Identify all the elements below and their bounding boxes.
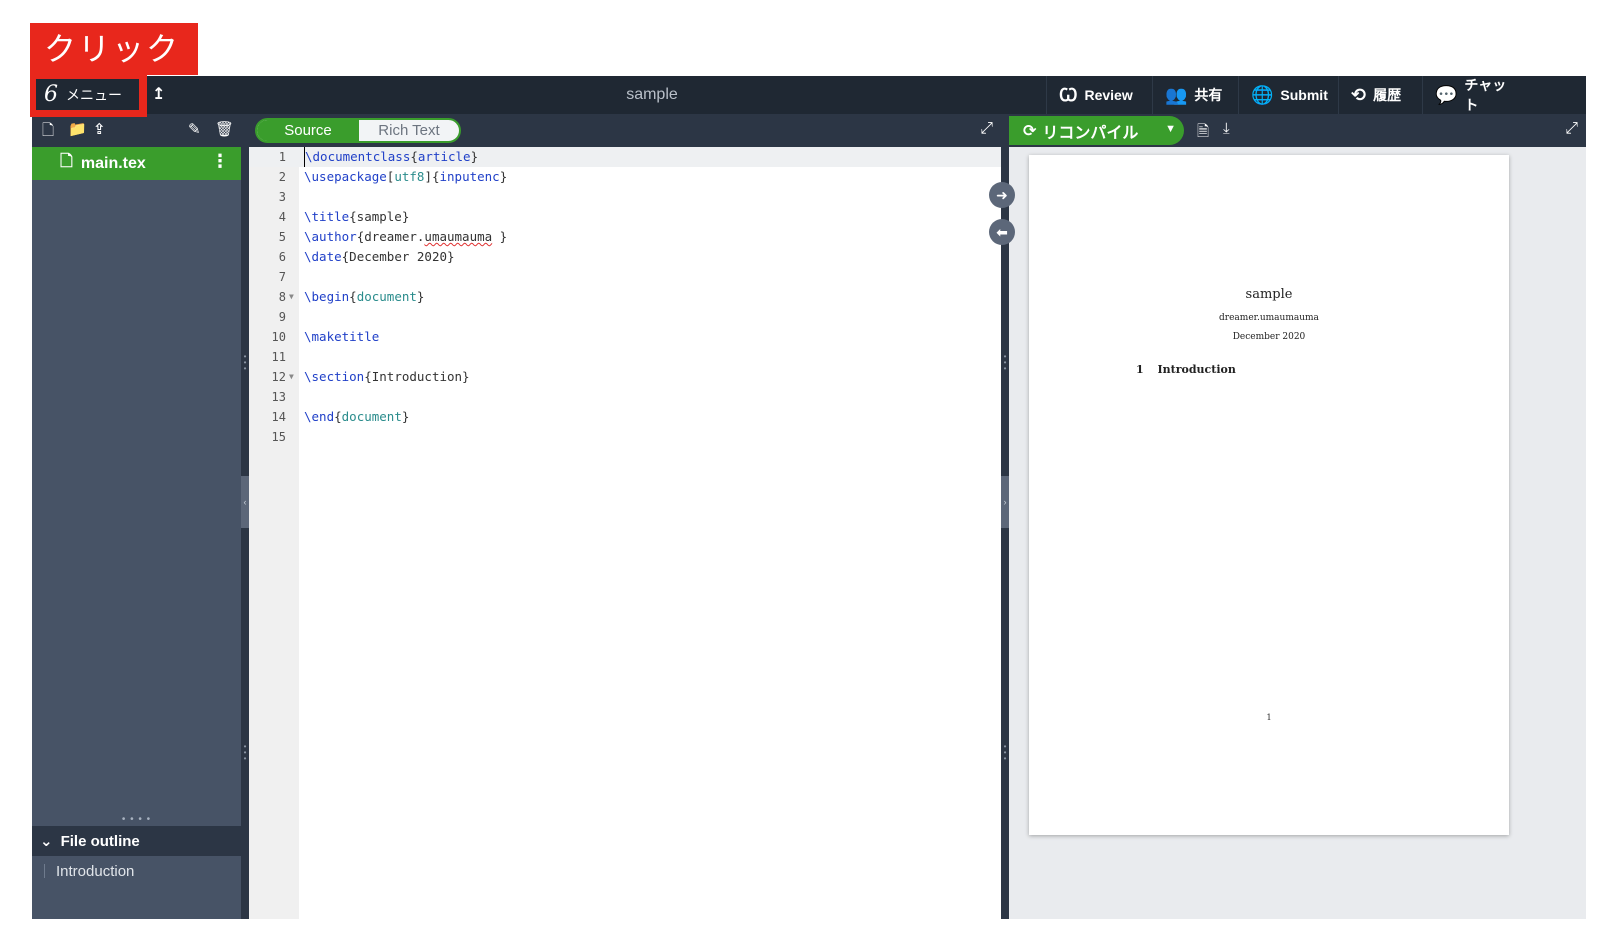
- upload-icon[interactable]: ⇪: [93, 120, 106, 138]
- recompile-button[interactable]: ⟳ リコンパイル ▼: [1009, 116, 1184, 145]
- outline-item-introduction[interactable]: Introduction: [32, 856, 241, 886]
- code-line[interactable]: 9: [249, 307, 1001, 327]
- pdf-date: December 2020: [1232, 332, 1306, 342]
- code-line[interactable]: 10 \maketitle: [249, 327, 1001, 347]
- review-button[interactable]: Ꞷ Review: [1046, 76, 1152, 114]
- file-outline-title: File outline: [60, 832, 140, 850]
- overleaf-logo-icon: 6: [44, 81, 58, 107]
- code-line[interactable]: 14 \end{document}: [249, 407, 1001, 427]
- pdf-page[interactable]: sample dreamer.umaumauma December 2020 1…: [1029, 155, 1509, 835]
- code-line[interactable]: 12 ▼ \section{Introduction}: [249, 367, 1001, 387]
- file-toolbar: 🗋 📁 ⇪ ✎ 🗑: [32, 114, 241, 147]
- click-annotation-label: クリック: [30, 23, 198, 75]
- users-icon: 👥: [1165, 84, 1188, 105]
- chat-button[interactable]: 💬 チャット: [1422, 76, 1527, 114]
- share-label: 共有: [1194, 87, 1223, 103]
- rename-icon[interactable]: ✎: [188, 120, 201, 138]
- download-pdf-icon[interactable]: ⤓: [1223, 120, 1230, 137]
- pdf-section-heading: 1 Introduction: [1136, 363, 1236, 376]
- logs-document-icon[interactable]: 🗎: [1197, 121, 1209, 146]
- menu-button-label: メニュー: [66, 87, 122, 104]
- chevron-down-icon[interactable]: ▼: [1165, 123, 1176, 135]
- file-sidebar: 🗋 📁 ⇪ ✎ 🗑 🗋 main.tex ⋮ • • • • ⌄ File ou…: [32, 114, 241, 919]
- collapse-pdf-handle[interactable]: ›: [1001, 476, 1009, 528]
- expand-editor-icon[interactable]: ⤢: [980, 120, 993, 138]
- code-line[interactable]: 6 \date{December 2020}: [249, 247, 1001, 267]
- sidebar-splitter[interactable]: • • • ‹ • • •: [241, 114, 249, 919]
- top-toolbar: 6 メニュー ↥ sample Ꞷ Review 👥 共有 🌐 Submit ⟲…: [32, 76, 1586, 114]
- outline-resize-handle[interactable]: • • • •: [32, 814, 241, 826]
- pdf-section-number: 1: [1136, 363, 1144, 376]
- code-line[interactable]: 1 \documentclass{article}: [249, 147, 1001, 167]
- new-folder-icon[interactable]: 📁: [68, 120, 87, 138]
- submit-button[interactable]: 🌐 Submit: [1238, 76, 1338, 114]
- file-outline-header[interactable]: ⌄ File outline: [32, 826, 241, 856]
- fold-arrow-icon[interactable]: ▼: [289, 287, 294, 307]
- code-line[interactable]: 3: [249, 187, 1001, 207]
- pdf-header: ⟳ リコンパイル ▼ 🗎 ⤓ ⤢: [1009, 114, 1586, 147]
- code-line[interactable]: 2 \usepackage[utf8]{inputenc}: [249, 167, 1001, 187]
- code-line[interactable]: 4 \title{sample}: [249, 207, 1001, 227]
- code-line[interactable]: 5 \author{dreamer.umaumauma }: [249, 227, 1001, 247]
- sync-to-code-arrow-icon[interactable]: ⬅: [989, 219, 1015, 245]
- sync-to-pdf-arrow-icon[interactable]: ➜: [989, 182, 1015, 208]
- history-button[interactable]: ⟲ 履歴: [1338, 76, 1422, 114]
- chat-label: チャット: [1464, 77, 1507, 113]
- file-icon: 🗋: [60, 153, 73, 170]
- share-button[interactable]: 👥 共有: [1152, 76, 1238, 114]
- code-line[interactable]: 8 ▼ \begin{document}: [249, 287, 1001, 307]
- menu-button[interactable]: 6 メニュー: [36, 79, 139, 110]
- submit-label: Submit: [1280, 87, 1328, 103]
- history-icon: ⟲: [1351, 84, 1367, 105]
- recompile-label: リコンパイル: [1042, 124, 1139, 142]
- pdf-title: sample: [1245, 287, 1293, 302]
- source-mode-button[interactable]: Source: [257, 120, 359, 141]
- editor-mode-toggle[interactable]: Source Rich Text: [255, 118, 461, 143]
- chat-icon: 💬: [1435, 84, 1458, 105]
- kebab-menu-icon[interactable]: ⋮: [211, 151, 229, 172]
- pdf-author: dreamer.umaumauma: [1219, 313, 1319, 323]
- review-label: Review: [1084, 87, 1133, 103]
- file-name: main.tex: [80, 154, 146, 172]
- pdf-section-title: Introduction: [1157, 363, 1236, 376]
- collapse-sidebar-handle[interactable]: ‹: [241, 476, 249, 528]
- review-icon: Ꞷ: [1059, 85, 1078, 105]
- file-tree-item-main-tex[interactable]: 🗋 main.tex ⋮: [32, 147, 241, 180]
- overleaf-app: 6 メニュー ↥ sample Ꞷ Review 👥 共有 🌐 Submit ⟲…: [32, 76, 1586, 919]
- code-line[interactable]: 13: [249, 387, 1001, 407]
- chevron-down-icon: ⌄: [40, 833, 53, 850]
- new-file-icon[interactable]: 🗋: [42, 120, 54, 145]
- code-line[interactable]: 15: [249, 427, 1001, 447]
- globe-icon: 🌐: [1251, 84, 1274, 105]
- delete-icon[interactable]: 🗑: [215, 120, 234, 138]
- rich-text-mode-button[interactable]: Rich Text: [359, 120, 459, 141]
- code-line[interactable]: 7: [249, 267, 1001, 287]
- history-label: 履歴: [1373, 87, 1402, 103]
- code-line[interactable]: 11: [249, 347, 1001, 367]
- code-editor[interactable]: 1 \documentclass{article} 2 \usepackage[…: [249, 147, 1001, 919]
- fold-arrow-icon[interactable]: ▼: [289, 367, 294, 387]
- pdf-page-number: 1: [1266, 713, 1272, 722]
- editor-header: Source Rich Text ⤢: [249, 114, 1001, 147]
- pdf-preview[interactable]: sample dreamer.umaumauma December 2020 1…: [1009, 147, 1586, 919]
- refresh-icon: ⟳: [1023, 122, 1037, 140]
- expand-pdf-icon[interactable]: ⤢: [1565, 120, 1578, 138]
